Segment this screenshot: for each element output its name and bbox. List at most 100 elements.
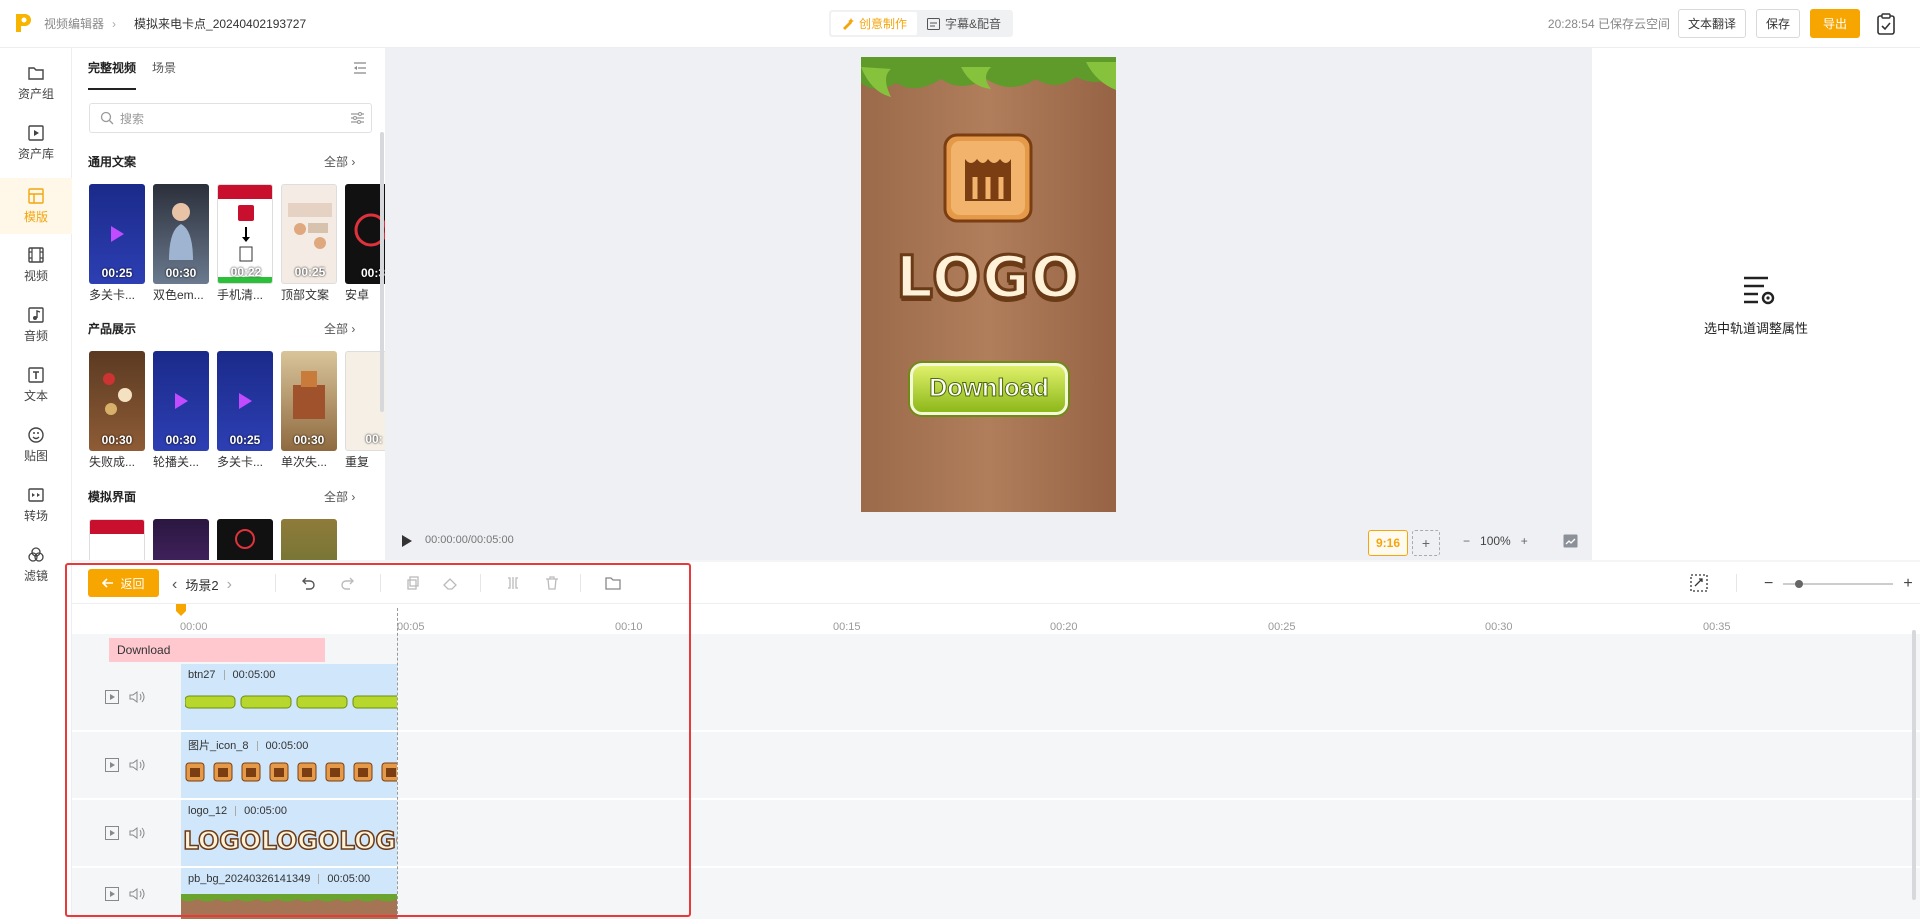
header-actions: 20:28:54 已保存云空间 文本翻译 保存 导出 [1548,9,1920,38]
nav-label: 贴图 [23,449,48,463]
panel-scrollbar[interactable] [380,132,384,412]
project-name[interactable]: 模拟来电卡点_20240402193727 [134,15,306,32]
template-duration: 00:3 [360,266,385,280]
clip-name: 图片_icon_8 [188,740,249,752]
template-thumb[interactable]: 00:30 [153,184,209,284]
template-thumb[interactable]: 00:22 [217,184,273,284]
search-input[interactable]: 搜索 [89,103,372,133]
aspect-ratio-button[interactable]: 9:16 [1368,530,1408,556]
mode-subtitle[interactable]: 字幕&配音 [917,12,1011,35]
template-duration: 00:25 [294,265,326,279]
template-thumb[interactable] [153,519,209,560]
template-thumb[interactable]: 00:30 [281,351,337,451]
speaker-icon[interactable] [129,887,145,901]
nav-item-asset-group[interactable]: 资产组 [0,58,72,108]
video-clip[interactable]: 图片_icon_8 00:05:00 [181,732,397,798]
fit-screen-icon[interactable] [1563,534,1578,548]
template-thumb[interactable] [89,519,145,560]
template-thumb[interactable] [217,519,273,560]
tab-scene[interactable]: 场景 [152,60,176,90]
redo-icon[interactable] [340,575,356,591]
template-duration: 00:25 [101,266,133,280]
template-thumb[interactable]: 00: [345,351,385,451]
prev-scene-button[interactable]: ‹ [172,576,177,594]
zoom-in-button[interactable]: + [1521,534,1528,548]
film-icon [28,247,44,263]
play-icon[interactable] [401,534,413,548]
undo-icon[interactable] [300,575,316,591]
preview-canvas[interactable]: LOGO Download [861,57,1116,512]
copy-icon[interactable] [405,575,421,591]
playhead-marker-icon[interactable] [175,603,187,617]
nav-item-filter[interactable]: 滤镜 [0,540,72,590]
video-clip[interactable]: pb_bg_20240326141349 00:05:00 [181,868,397,919]
thumb-art [169,203,193,260]
clipboard-check-icon[interactable] [1876,12,1896,35]
nav-label: 视频 [23,269,48,283]
filter-settings-icon[interactable] [350,111,365,125]
fit-timeline-icon[interactable] [1690,574,1708,592]
folder-icon[interactable] [605,575,621,591]
mode-creative[interactable]: 创意制作 [831,12,918,35]
clip-duration: 00:05:00 [244,805,287,817]
speaker-icon[interactable] [129,758,145,772]
save-button[interactable]: 保存 [1755,9,1800,38]
thumb-art [103,373,132,415]
add-ratio-button[interactable]: + [1412,530,1440,556]
tab-full-video[interactable]: 完整视频 [88,60,137,90]
template-thumb[interactable] [281,519,337,560]
nav-item-template[interactable]: 模版 [0,178,72,234]
export-button[interactable]: 导出 [1809,9,1860,38]
download-button-graphic: Download [910,363,1068,415]
delete-icon[interactable] [544,575,560,591]
template-thumb[interactable]: 00:25 [89,184,145,284]
split-icon[interactable] [505,575,521,591]
video-clip[interactable]: btn27 00:05:00 [181,664,397,730]
template-duration: 00:25 [229,433,261,447]
app-logo-icon[interactable] [14,13,32,33]
track-row: 图片_icon_8 00:05:00 [72,732,1920,798]
nav-label: 资产库 [17,147,54,161]
timeline-zoom-out[interactable]: − [1764,575,1773,593]
timeline-toolbar: 返回 ‹ 场景2 › − + [72,562,1920,604]
template-thumb[interactable]: 00:25 [281,184,337,284]
mode-creative-label: 创意制作 [859,17,908,31]
filter-icon [28,547,44,562]
template-thumb[interactable]: 00:30 [153,351,209,451]
material-panel: 完整视频 场景 搜索 通用文案 全部 › 00:25 多关卡... 00:30 … [72,48,385,560]
back-button[interactable]: 返回 [88,569,159,597]
see-all-link[interactable]: 全部 › [324,153,355,170]
see-all-link[interactable]: 全部 › [324,320,355,337]
nav-item-transition[interactable]: 转场 [0,480,72,530]
nav-item-video[interactable]: 视频 [0,240,72,290]
breadcrumb-root[interactable]: 视频编辑器 [44,15,104,32]
nav-item-text[interactable]: 文本 [0,360,72,410]
eraser-icon[interactable] [442,575,458,591]
nav-item-audio[interactable]: 音频 [0,300,72,350]
next-scene-button[interactable]: › [227,576,232,594]
nav-item-asset-library[interactable]: 资产库 [0,118,72,168]
timeline-zoom-in[interactable]: + [1903,575,1912,593]
timeline-zoom-slider[interactable] [1783,579,1894,589]
toolbar-divider [1736,574,1737,592]
clip-label: 图片_icon_8 00:05:00 [188,737,308,753]
collapse-panel-icon[interactable] [353,62,367,74]
template-thumb[interactable]: 00:30 [89,351,145,451]
see-all-label: 全部 [324,490,349,504]
nav-item-sticker[interactable]: 贴图 [0,420,72,470]
text-clip[interactable]: Download [109,638,325,662]
clip-duration: 00:05:00 [327,873,371,885]
timeline-scrollbar[interactable] [1912,630,1916,900]
video-clip[interactable]: logo_12 00:05:00 LOGOLOGOLOGO [181,800,397,866]
template-thumb[interactable]: 00:3 [345,184,385,284]
translate-button[interactable]: 文本翻译 [1677,9,1746,38]
zoom-out-button[interactable]: − [1463,534,1470,548]
template-thumb[interactable]: 00:25 [217,351,273,451]
speaker-icon[interactable] [129,690,145,704]
ruler-tick: 00:35 [1703,621,1731,633]
speaker-icon[interactable] [129,826,145,840]
arrow-left-icon [102,578,114,588]
see-all-link[interactable]: 全部 › [324,488,355,505]
template-label: 轮播关... [153,455,200,469]
time-ruler[interactable]: 00:00 00:05 00:10 00:15 00:20 00:25 00:3… [72,604,1920,633]
